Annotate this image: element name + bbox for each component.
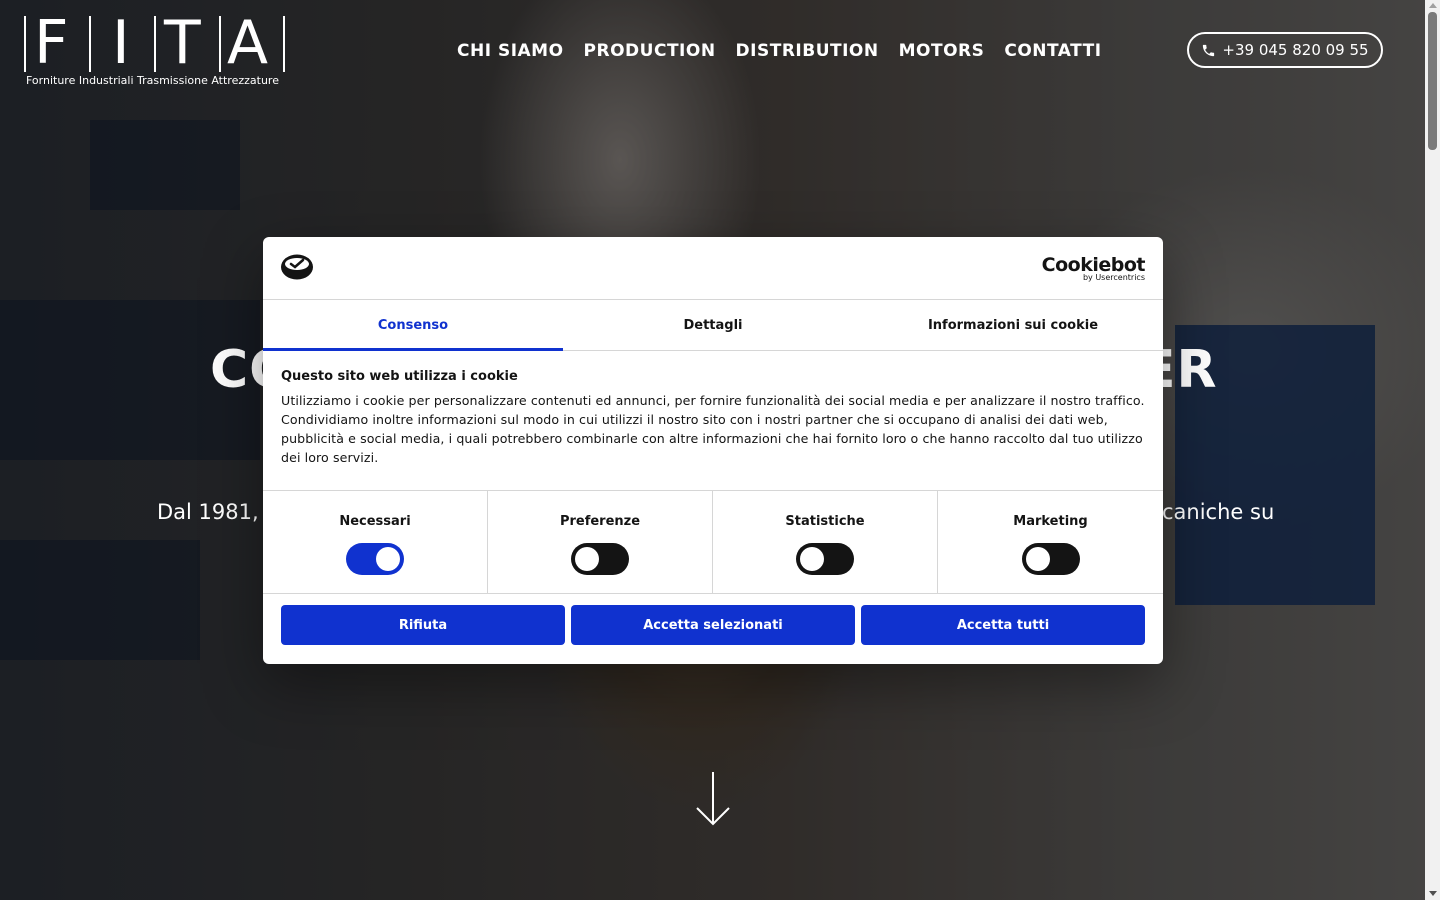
fita-logo[interactable]: F I T A Forniture Industriali Trasmissio… [24,8,286,94]
consent-toggles: Necessari Preferenze Statistiche Marketi… [263,490,1163,594]
scrollbar-thumb[interactable] [1428,12,1437,150]
nav-motors[interactable]: MOTORS [889,38,995,64]
hero-subtitle-fragment-left: Dal 1981, [157,500,259,524]
scroll-up-icon[interactable] [1429,3,1437,8]
nav-production[interactable]: PRODUCTION [574,38,726,64]
main-nav: CHI SIAMO PRODUCTION DISTRIBUTION MOTORS… [457,38,1112,64]
logo-letter-i: I [112,8,130,78]
site-cookie-logo-icon [281,254,313,280]
toggle-statistiche: Statistiche [713,491,938,593]
toggle-marketing: Marketing [938,491,1163,593]
reject-button[interactable]: Rifiuta [281,605,565,645]
phone-button[interactable]: +39 045 820 09 55 [1187,32,1383,68]
tab-consenso[interactable]: Consenso [263,300,563,351]
cookie-consent-dialog: Cookiebot by Usercentrics Consenso Detta… [263,237,1163,664]
logo-letter-f: F [34,8,69,78]
cookiebot-logo[interactable]: Cookiebot by Usercentrics [1042,255,1146,282]
nav-chi-siamo[interactable]: CHI SIAMO [457,38,574,64]
switch-marketing[interactable] [1021,543,1080,575]
accept-all-button[interactable]: Accetta tutti [861,605,1145,645]
phone-number: +39 045 820 09 55 [1222,41,1369,59]
page-scrollbar[interactable] [1425,0,1440,900]
tab-dettagli[interactable]: Dettagli [563,300,863,350]
toggle-necessari: Necessari [263,491,488,593]
dialog-tabs: Consenso Dettagli Informazioni sui cooki… [263,300,1163,351]
switch-statistiche[interactable] [796,543,854,575]
nav-contatti[interactable]: CONTATTI [994,38,1111,64]
scroll-down-arrow-icon[interactable] [693,770,733,828]
dialog-buttons: Rifiuta Accetta selezionati Accetta tutt… [281,605,1145,645]
logo-tagline: Forniture Industriali Trasmissione Attre… [26,74,279,87]
scroll-down-icon[interactable] [1429,891,1437,896]
dialog-header: Cookiebot by Usercentrics [263,237,1163,300]
dialog-description: Utilizziamo i cookie per personalizzare … [281,393,1145,465]
nav-distribution[interactable]: DISTRIBUTION [726,38,889,64]
logo-letter-a: A [227,8,269,78]
phone-icon [1203,44,1215,56]
tab-informazioni-sui-cookie[interactable]: Informazioni sui cookie [863,300,1163,350]
dialog-title: Questo sito web utilizza i cookie [281,369,518,384]
hero-subtitle-fragment-right: caniche su [1162,500,1275,524]
switch-necessari[interactable] [346,543,404,575]
switch-preferenze[interactable] [571,543,629,575]
accept-selected-button[interactable]: Accetta selezionati [571,605,855,645]
dialog-body: Questo sito web utilizza i cookie Utiliz… [281,369,1147,467]
logo-letter-t: T [164,8,201,78]
toggle-preferenze: Preferenze [488,491,713,593]
